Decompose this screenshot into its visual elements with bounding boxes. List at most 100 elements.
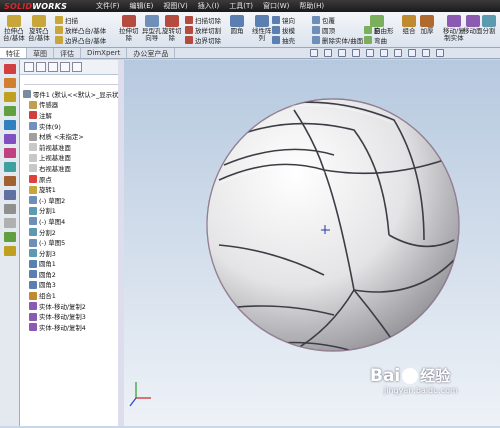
ribbon-small-button[interactable]: 边界凸台/基体 bbox=[55, 35, 106, 45]
ribbon-small-button[interactable]: 放样凸台/基体 bbox=[55, 25, 106, 35]
tree-item-label: 注解 bbox=[39, 111, 52, 120]
feature-tree-tab-icon[interactable] bbox=[24, 62, 34, 72]
menu-bar: SOLIDWORKS 文件(F) 编辑(E) 视图(V) 插入(I) 工具(T) 窗口(W… bbox=[0, 0, 500, 12]
ribbon-button[interactable]: 加厚 bbox=[420, 15, 434, 35]
ribbon-small-button[interactable]: 删除实体/曲面 bbox=[312, 35, 363, 45]
menu-item[interactable]: 帮助(H) bbox=[294, 1, 329, 11]
tree-item[interactable]: 实体-移动/复制3 bbox=[23, 311, 123, 322]
tree-item[interactable]: 圆角2 bbox=[23, 269, 123, 280]
tree-item[interactable]: 圆角1 bbox=[23, 259, 123, 270]
tool-icon[interactable] bbox=[4, 78, 16, 88]
tree-item[interactable]: 上视基准面 bbox=[23, 153, 123, 164]
tab-1[interactable]: 草图 bbox=[27, 48, 54, 58]
tree-item[interactable]: 实体-移动/复制2 bbox=[23, 301, 123, 312]
tool-icon[interactable] bbox=[4, 190, 16, 200]
property-tab-icon[interactable] bbox=[36, 62, 46, 72]
tree-item[interactable]: 圆角3 bbox=[23, 280, 123, 291]
tree-item[interactable]: 分割3 bbox=[23, 248, 123, 259]
zoom-area-icon[interactable] bbox=[324, 49, 332, 57]
edit-appearance-icon[interactable] bbox=[408, 49, 416, 57]
ribbon-button[interactable]: 异型孔 向导 bbox=[142, 15, 162, 42]
tree-item[interactable]: 零件1 (默认<<默认>_显示状态 bbox=[23, 89, 125, 100]
menu-item[interactable]: 插入(I) bbox=[193, 1, 225, 11]
ribbon-small-button[interactable]: 扫描 bbox=[55, 15, 78, 25]
tree-item[interactable]: (-) 草图5 bbox=[23, 237, 123, 248]
view-orientation-icon[interactable] bbox=[366, 49, 374, 57]
tree-item-icon bbox=[29, 280, 37, 289]
tab-4[interactable]: 办公室产品 bbox=[127, 48, 176, 58]
ribbon-small-button[interactable]: 扫描切除 bbox=[185, 15, 221, 25]
ribbon-button[interactable]: 线性阵列 bbox=[252, 15, 272, 42]
tool-icon[interactable] bbox=[4, 176, 16, 186]
tab-3[interactable]: DimXpert bbox=[81, 48, 128, 58]
scene-icon[interactable] bbox=[422, 49, 430, 57]
tool-icon[interactable] bbox=[4, 106, 16, 116]
feature-icon bbox=[364, 36, 372, 44]
tool-icon[interactable] bbox=[4, 92, 16, 102]
menu-item[interactable]: 视图(V) bbox=[158, 1, 192, 11]
tree-item[interactable]: 分割1 bbox=[23, 206, 123, 217]
tab-0[interactable]: 特征 bbox=[0, 48, 27, 58]
tree-item[interactable]: (-) 草图4 bbox=[23, 216, 123, 227]
tool-icon[interactable] bbox=[4, 162, 16, 172]
tree-item[interactable]: 原点 bbox=[23, 174, 123, 185]
view-settings-icon[interactable] bbox=[436, 49, 444, 57]
tree-item[interactable]: 注解 bbox=[23, 110, 123, 121]
tree-item[interactable]: 实体(9) bbox=[23, 121, 123, 132]
tree-item[interactable]: 前视基准面 bbox=[23, 142, 123, 153]
ribbon-button[interactable]: 圆角 bbox=[230, 15, 244, 35]
ribbon-small-button[interactable]: 包覆 bbox=[312, 15, 335, 25]
ribbon-small-button[interactable]: 弯曲 bbox=[364, 35, 387, 45]
ribbon-label: 拔模 bbox=[282, 27, 295, 35]
tree-item-label: 旋转1 bbox=[39, 186, 56, 195]
tool-icon[interactable] bbox=[4, 232, 16, 242]
ribbon-button[interactable]: 拉伸凸 台/基体 bbox=[3, 15, 25, 42]
zoom-fit-icon[interactable] bbox=[310, 49, 318, 57]
tree-item[interactable]: 分割2 bbox=[23, 227, 123, 238]
tree-item-icon bbox=[29, 153, 37, 162]
tool-icon[interactable] bbox=[4, 134, 16, 144]
tree-item-label: (-) 草图4 bbox=[39, 217, 66, 226]
previous-view-icon[interactable] bbox=[338, 49, 346, 57]
ribbon-small-button[interactable]: 圆顶 bbox=[312, 25, 335, 35]
tree-item[interactable]: 材质 <未指定> bbox=[23, 131, 123, 142]
ribbon-button[interactable]: 分割 bbox=[482, 15, 496, 35]
menu-item[interactable]: 工具(T) bbox=[224, 1, 258, 11]
tool-icon[interactable] bbox=[4, 64, 16, 74]
tree-item[interactable]: (-) 草图2 bbox=[23, 195, 123, 206]
ribbon-small-button[interactable]: 自由形 bbox=[364, 25, 394, 35]
ribbon-small-button[interactable]: 抽壳 bbox=[272, 35, 295, 45]
tree-item[interactable]: 组合1 bbox=[23, 290, 123, 301]
tool-icon[interactable] bbox=[4, 148, 16, 158]
display-style-icon[interactable] bbox=[380, 49, 388, 57]
ribbon-button[interactable]: 拉伸切除 bbox=[119, 15, 139, 42]
tool-icon[interactable] bbox=[4, 204, 16, 214]
dimxpert-tab-icon[interactable] bbox=[60, 62, 70, 72]
display-tab-icon[interactable] bbox=[72, 62, 82, 72]
menu-item[interactable]: 文件(F) bbox=[91, 1, 125, 11]
tool-icon[interactable] bbox=[4, 218, 16, 228]
ribbon-small-button[interactable]: 镜向 bbox=[272, 15, 295, 25]
tree-item[interactable]: 实体-移动/复制4 bbox=[23, 322, 123, 333]
tool-icon[interactable] bbox=[4, 246, 16, 256]
ribbon-button[interactable]: 旋转切除 bbox=[162, 15, 182, 42]
tree-item[interactable]: 旋转1 bbox=[23, 184, 123, 195]
ribbon-button[interactable]: 旋转凸 台/基体 bbox=[28, 15, 50, 42]
section-view-icon[interactable] bbox=[352, 49, 360, 57]
tree-item-icon bbox=[29, 291, 37, 300]
ribbon-button[interactable]: 组合 bbox=[402, 15, 416, 35]
ribbon-small-button[interactable]: 放样切割 bbox=[185, 25, 221, 35]
ribbon-small-button[interactable]: 边界切除 bbox=[185, 35, 221, 45]
ribbon-small-button[interactable]: 拔模 bbox=[272, 25, 295, 35]
config-tab-icon[interactable] bbox=[48, 62, 58, 72]
tree-item[interactable]: 传感器 bbox=[23, 100, 123, 111]
tool-icon[interactable] bbox=[4, 120, 16, 130]
ribbon-button[interactable]: 移动面 bbox=[463, 15, 483, 35]
hide-show-icon[interactable] bbox=[394, 49, 402, 57]
ribbon-button[interactable]: 移动/复 制实体 bbox=[443, 15, 465, 42]
menu-item[interactable]: 窗口(W) bbox=[258, 1, 294, 11]
menu-item[interactable]: 编辑(E) bbox=[125, 1, 159, 11]
ribbon-label: 圆顶 bbox=[322, 27, 335, 35]
tab-2[interactable]: 评估 bbox=[54, 48, 81, 58]
tree-item[interactable]: 右视基准面 bbox=[23, 163, 123, 174]
